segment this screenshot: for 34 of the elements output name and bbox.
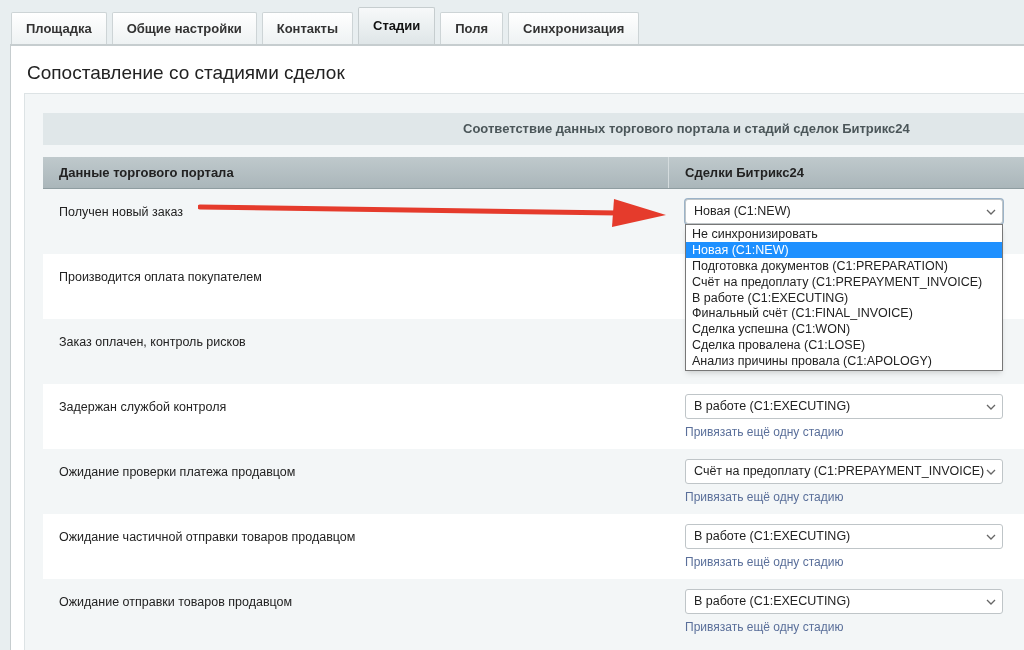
row-label: Ожидание отправки товаров продавцом (59, 595, 293, 609)
dropdown-option[interactable]: Счёт на предоплату (C1:PREPAYMENT_INVOICE) (686, 273, 1002, 290)
add-stage-link[interactable]: Привязать ещё одну стадию (685, 553, 844, 571)
tab[interactable]: Стадии (358, 7, 436, 44)
tab[interactable]: Общие настройки (111, 12, 257, 44)
column-header: Сделки Битрикс24 (684, 163, 805, 182)
add-stage-link[interactable]: Привязать ещё одну стадию (685, 423, 844, 441)
stage-select[interactable]: В работе (C1:EXECUTING) (685, 524, 1003, 549)
dropdown-option[interactable]: Не синхронизировать (686, 226, 1002, 242)
dropdown-option[interactable]: Финальный счёт (C1:FINAL_INVOICE) (686, 305, 1002, 322)
stage-select[interactable]: Счёт на предоплату (C1:PREPAYMENT_INVOICE) (685, 459, 1003, 484)
tab[interactable]: Площадка (11, 12, 107, 44)
stage-select[interactable]: В работе (C1:EXECUTING) (685, 589, 1003, 614)
page-title: Сопоставление со стадиями сделок (26, 61, 346, 85)
stage-select[interactable]: Новая (C1:NEW) (685, 199, 1003, 224)
row-label: Производится оплата покупателем (59, 270, 262, 284)
column-header: Данные торгового портала (43, 157, 669, 188)
row-label: Получен новый заказ (59, 205, 183, 219)
row-label: Ожидание частичной отправки товаров продавцом (59, 530, 356, 544)
tab[interactable]: Синхронизация (508, 12, 640, 44)
row-label: Задержан службой контроля (59, 400, 227, 414)
dropdown-option[interactable]: Анализ причины провала (C1:APOLOGY) (686, 353, 1002, 369)
row-label: Заказ оплачен, контроль рисков (59, 335, 246, 349)
tab[interactable]: Поля (440, 12, 504, 44)
table-caption: Соответствие данных торгового портала и стадий сделок Битрикс24 (43, 113, 1024, 145)
add-stage-link[interactable]: Привязать ещё одну стадию (685, 618, 844, 636)
row-label: Ожидание проверки платежа продавцом (59, 465, 296, 479)
add-stage-link[interactable]: Привязать ещё одну стадию (685, 488, 844, 506)
dropdown-option[interactable]: Сделка успешна (C1:WON) (686, 321, 1002, 338)
dropdown-option[interactable]: В работе (C1:EXECUTING) (686, 289, 1002, 306)
dropdown-option[interactable]: Подготовка документов (C1:PREPARATION) (686, 257, 1002, 274)
dropdown-option[interactable]: Сделка провалена (C1:LOSE) (686, 337, 1002, 354)
stage-select[interactable]: В работе (C1:EXECUTING) (685, 394, 1003, 419)
tab[interactable]: Контакты (261, 12, 354, 44)
